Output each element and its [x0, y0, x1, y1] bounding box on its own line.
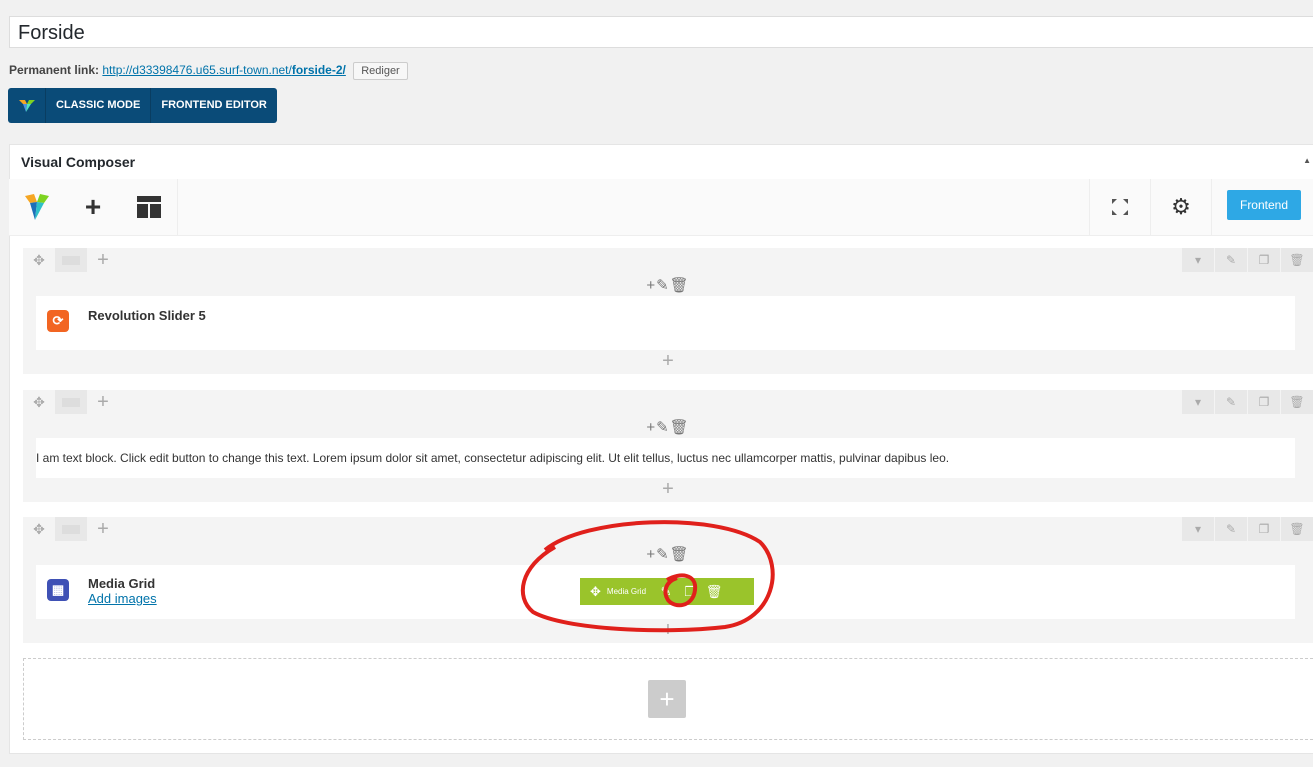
vc-row: ✥ + ▾ ✎ ❐ 🗑 +✎🗑 ⟳ Revolution Slider 5 +	[23, 248, 1313, 374]
settings-gear-icon[interactable]: ⚙	[1151, 179, 1211, 235]
row-clone-icon[interactable]: ❐	[1248, 517, 1280, 541]
frontend-editor-button[interactable]: FRONTEND EDITOR	[151, 88, 277, 123]
row-add-column-icon[interactable]: +	[87, 517, 119, 541]
element-delete-icon[interactable]: 🗑	[702, 584, 726, 600]
row-controls-right: ▾ ✎ ❐ 🗑	[1181, 517, 1313, 541]
media-grid-icon: ▦	[47, 579, 69, 601]
permalink-row: Permanent link: http://d33398476.u65.sur…	[9, 62, 408, 80]
row-clone-icon[interactable]: ❐	[1248, 390, 1280, 414]
move-icon: ✥	[590, 583, 601, 599]
add-element-icon[interactable]: +	[65, 179, 121, 235]
row-controls-right: ▾ ✎ ❐ 🗑	[1181, 248, 1313, 272]
column-controls[interactable]: +✎🗑	[23, 418, 1313, 436]
permalink-url-prefix: http://d33398476.u65.surf-town.net/	[102, 63, 292, 78]
element-title: Media Grid	[88, 576, 156, 591]
add-images-link[interactable]: Add images	[88, 591, 157, 606]
vc-brand-logo-icon[interactable]	[9, 179, 65, 235]
row-toggle-icon[interactable]: ▾	[1182, 517, 1214, 541]
row-move-icon[interactable]: ✥	[23, 248, 55, 272]
column-controls[interactable]: +✎🗑	[23, 276, 1313, 294]
edit-permalink-button[interactable]: Rediger	[353, 62, 408, 80]
row-toggle-icon[interactable]: ▾	[1182, 390, 1214, 414]
row-edit-icon[interactable]: ✎	[1215, 390, 1247, 414]
element-move-handle[interactable]: ✥ Media Grid	[580, 584, 646, 600]
row-toggle-icon[interactable]: ▾	[1182, 248, 1214, 272]
element-clone-icon[interactable]: ❐	[678, 584, 702, 600]
row-layout-icon[interactable]	[55, 390, 87, 414]
row-add-column-icon[interactable]: +	[87, 390, 119, 414]
add-element-below-icon[interactable]: +	[23, 619, 1313, 642]
vc-panel-title: Visual Composer	[21, 154, 136, 170]
row-controls-left: ✥ +	[23, 248, 119, 272]
templates-icon[interactable]	[121, 179, 177, 235]
collapse-arrow-icon[interactable]: ▲	[1303, 156, 1311, 165]
row-clone-icon[interactable]: ❐	[1248, 248, 1280, 272]
row-add-column-icon[interactable]: +	[87, 248, 119, 272]
row-delete-icon[interactable]: 🗑	[1281, 248, 1313, 272]
element-title: Revolution Slider 5	[88, 308, 206, 323]
element-hover-controls: ✥ Media Grid ✎ ❐ 🗑	[580, 578, 754, 605]
revolution-slider-icon: ⟳	[47, 310, 69, 332]
row-edit-icon[interactable]: ✎	[1215, 517, 1247, 541]
permalink-slug: forside-2/	[291, 63, 346, 78]
add-element-below-icon[interactable]: +	[23, 350, 1313, 373]
add-row-plus-icon[interactable]: +	[648, 680, 686, 718]
permalink-label: Permanent link:	[9, 63, 100, 78]
add-element-below-icon[interactable]: +	[23, 478, 1313, 501]
row-controls-right: ▾ ✎ ❐ 🗑	[1181, 390, 1313, 414]
classic-mode-button[interactable]: CLASSIC MODE	[46, 88, 152, 123]
fullscreen-icon[interactable]	[1090, 179, 1150, 235]
row-layout-icon[interactable]	[55, 517, 87, 541]
row-controls-left: ✥ +	[23, 517, 119, 541]
row-delete-icon[interactable]: 🗑	[1281, 517, 1313, 541]
vc-panel-header[interactable]: Visual Composer ▲	[9, 144, 1313, 180]
vc-toolbar: + ⚙ Frontend	[9, 179, 1313, 236]
row-move-icon[interactable]: ✥	[23, 517, 55, 541]
row-delete-icon[interactable]: 🗑	[1281, 390, 1313, 414]
hover-element-label: Media Grid	[606, 587, 647, 596]
element-text-block[interactable]: I am text block. Click edit button to ch…	[36, 438, 1295, 478]
column-controls[interactable]: +✎🗑	[23, 545, 1313, 563]
element-edit-pencil-icon[interactable]: ✎	[654, 584, 678, 600]
row-move-icon[interactable]: ✥	[23, 390, 55, 414]
editor-mode-bar: CLASSIC MODE FRONTEND EDITOR	[8, 88, 277, 123]
post-title-input[interactable]: Forside	[9, 16, 1313, 48]
add-row-area[interactable]: +	[23, 658, 1313, 740]
text-block-content: I am text block. Click edit button to ch…	[36, 451, 950, 465]
vc-logo-icon	[8, 88, 46, 123]
frontend-button[interactable]: Frontend	[1227, 190, 1301, 220]
row-controls-left: ✥ +	[23, 390, 119, 414]
row-edit-icon[interactable]: ✎	[1215, 248, 1247, 272]
permalink-link[interactable]: http://d33398476.u65.surf-town.net/forsi…	[102, 63, 345, 77]
vc-row: ✥ + ▾ ✎ ❐ 🗑 +✎🗑 I am text block. Click e…	[23, 390, 1313, 502]
row-layout-icon[interactable]	[55, 248, 87, 272]
element-revolution-slider[interactable]: ⟳ Revolution Slider 5	[36, 296, 1295, 350]
